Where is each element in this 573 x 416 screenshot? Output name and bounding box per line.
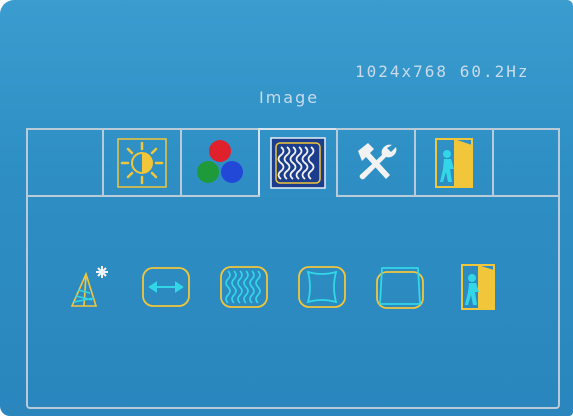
exit-icon [435, 138, 473, 188]
tools-icon [358, 143, 397, 180]
menu-title: Image [259, 88, 320, 107]
submenu-item-moire[interactable] [218, 262, 270, 312]
tab-brightness[interactable] [102, 128, 182, 196]
brightness-contrast-icon [117, 138, 167, 188]
moire-icon [220, 266, 268, 308]
horizontal-size-icon [142, 267, 190, 307]
tab-exit[interactable] [414, 128, 494, 196]
sharpness-icon [70, 266, 108, 307]
tab-blank-right [492, 128, 560, 196]
tab-color[interactable] [180, 128, 260, 196]
submenu-item-trapezoid[interactable] [374, 262, 426, 312]
submenu-item-sharpness[interactable] [66, 262, 118, 312]
image-icon [270, 137, 326, 189]
tab-image[interactable] [258, 128, 338, 196]
resolution-readout: 1024x768 60.2Hz [355, 62, 530, 81]
tab-blank-left [26, 128, 104, 196]
tab-tools[interactable] [336, 128, 416, 196]
exit-icon [461, 264, 495, 310]
submenu-item-pincushion[interactable] [296, 262, 348, 312]
submenu-item-horizontal-size[interactable] [140, 262, 192, 312]
trapezoid-icon [376, 267, 424, 309]
color-icon [197, 140, 243, 183]
pincushion-icon [298, 266, 346, 308]
osd-screen: 1024x768 60.2Hz Image [0, 0, 573, 416]
submenu-item-exit[interactable] [452, 262, 504, 312]
active-tab-connector [260, 193, 336, 197]
